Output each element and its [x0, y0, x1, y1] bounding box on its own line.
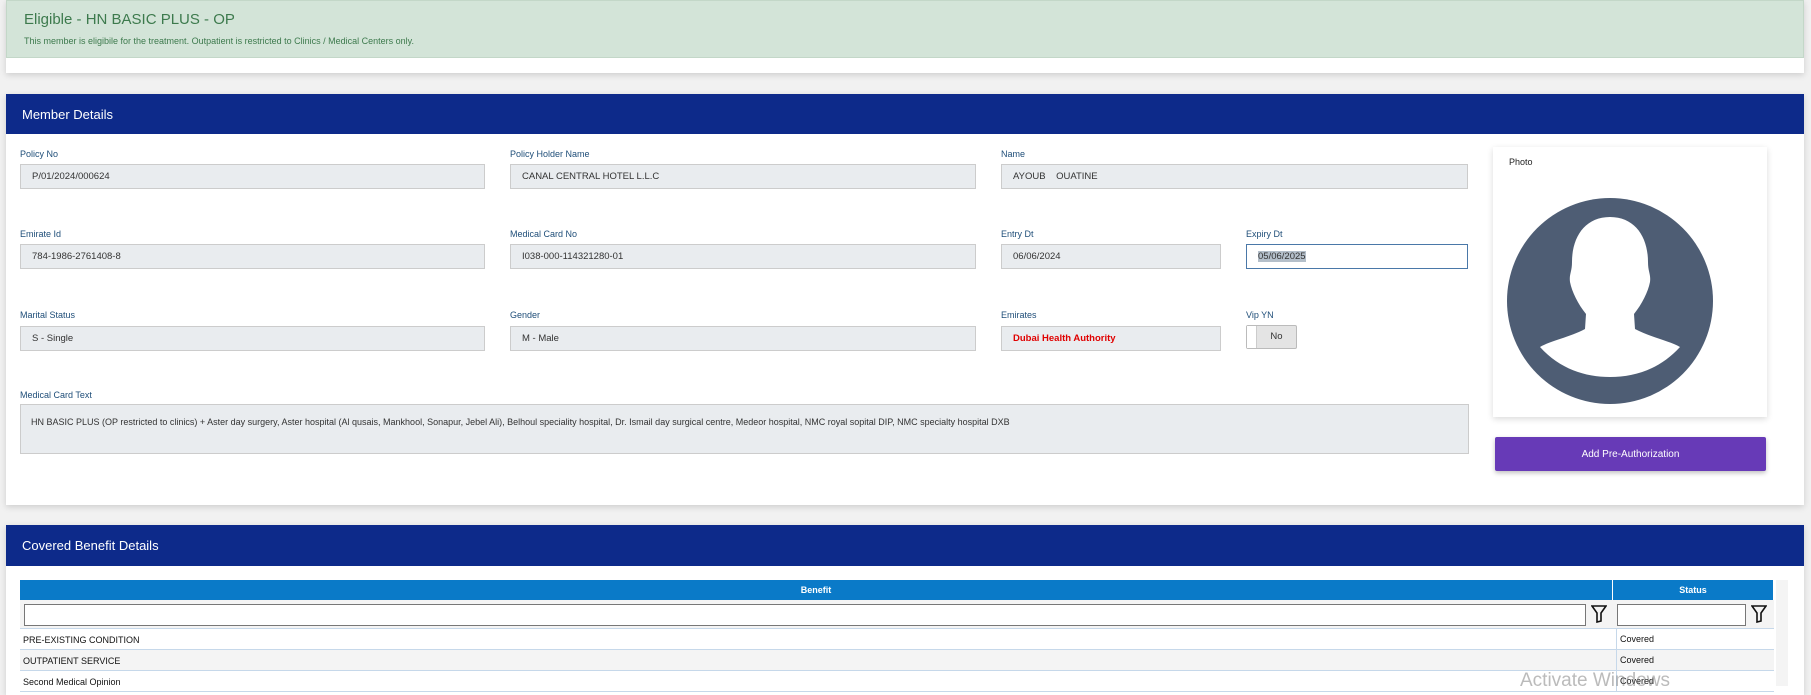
benefit-cell: PRE-EXISTING CONDITION	[23, 635, 140, 645]
expiry-dt-label: Expiry Dt	[1246, 229, 1283, 239]
status-cell: Covered	[1616, 629, 1654, 650]
emirate-id-field[interactable]: 784-1986-2761408-8	[20, 244, 485, 269]
entry-dt-label: Entry Dt	[1001, 229, 1034, 239]
status-filter-icon[interactable]	[1751, 605, 1767, 623]
benefit-filter-input[interactable]	[24, 604, 1586, 626]
emirates-label: Emirates	[1001, 310, 1037, 320]
gender-field[interactable]: M - Male	[510, 326, 976, 351]
name-label: Name	[1001, 149, 1026, 159]
toggle-knob	[1247, 326, 1257, 348]
vip-value: No	[1270, 331, 1283, 342]
photo-card: Photo	[1493, 147, 1767, 417]
vip-toggle[interactable]: No	[1246, 325, 1297, 349]
alert-message: This member is eligibile for the treatme…	[24, 36, 414, 46]
policy-holder-label: Policy Holder Name	[510, 149, 590, 159]
column-header-benefit[interactable]: Benefit	[20, 580, 1613, 600]
entry-dt-field[interactable]: 06/06/2024	[1001, 244, 1221, 269]
policy-no-field[interactable]: P/01/2024/000624	[20, 164, 485, 189]
name-field[interactable]: AYOUB OUATINE	[1001, 164, 1468, 189]
table-row[interactable]: PRE-EXISTING CONDITION Covered	[20, 629, 1774, 650]
benefit-filter-icon[interactable]	[1591, 605, 1607, 623]
marital-status-label: Marital Status	[20, 310, 76, 320]
policy-no-label: Policy No	[20, 149, 59, 159]
medical-card-text-area[interactable]: HN BASIC PLUS (OP restricted to clinics)…	[20, 404, 1469, 454]
medical-card-no-label: Medical Card No	[510, 229, 578, 239]
eligibility-alert: Eligible - HN BASIC PLUS - OP This membe…	[6, 0, 1804, 58]
expiry-dt-value: 05/06/2025	[1258, 251, 1306, 262]
benefits-header: Covered Benefit Details	[6, 525, 1804, 566]
medical-card-no-field[interactable]: I038-000-114321280-01	[510, 244, 976, 269]
table-scrollbar[interactable]	[1776, 580, 1788, 686]
avatar-placeholder-icon	[1507, 198, 1713, 404]
status-filter-input[interactable]	[1617, 604, 1746, 626]
medical-card-text-label: Medical Card Text	[20, 390, 92, 400]
emirates-field[interactable]: Dubai Health Authority	[1001, 326, 1221, 351]
windows-watermark: Activate Windows	[1520, 670, 1670, 691]
vip-label: Vip YN	[1246, 310, 1274, 320]
status-cell: Covered	[1616, 650, 1654, 671]
column-header-status[interactable]: Status	[1613, 580, 1774, 600]
table-row[interactable]: Second Medical Opinion Covered	[20, 671, 1774, 692]
photo-label: Photo	[1509, 157, 1533, 167]
member-details-header: Member Details	[6, 94, 1804, 134]
policy-holder-field[interactable]: CANAL CENTRAL HOTEL L.L.C	[510, 164, 976, 189]
add-pre-authorization-button[interactable]: Add Pre-Authorization	[1495, 437, 1766, 471]
expiry-dt-field[interactable]: 05/06/2025	[1246, 244, 1468, 269]
emirate-id-label: Emirate Id	[20, 229, 62, 239]
benefit-cell: OUTPATIENT SERVICE	[23, 656, 121, 666]
table-row[interactable]: OUTPATIENT SERVICE Covered	[20, 650, 1774, 671]
alert-title: Eligible - HN BASIC PLUS - OP	[24, 11, 235, 28]
marital-status-field[interactable]: S - Single	[20, 326, 485, 351]
gender-label: Gender	[510, 310, 541, 320]
